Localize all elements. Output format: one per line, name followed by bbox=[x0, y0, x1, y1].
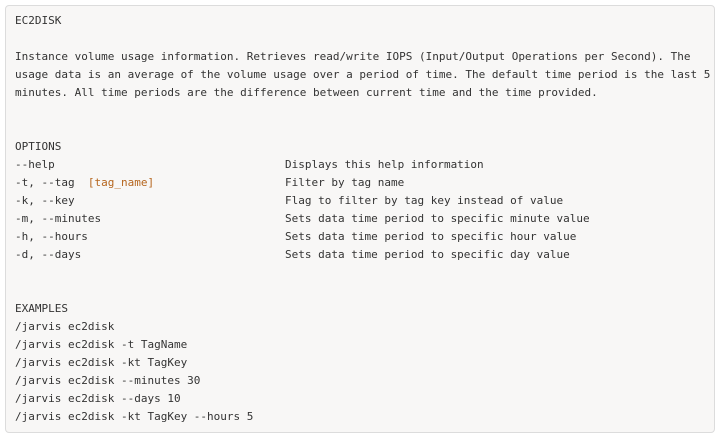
help-code-block: EC2DISK Instance volume usage informatio… bbox=[5, 5, 715, 433]
description-line: minutes. All time periods are the differ… bbox=[15, 86, 598, 99]
examples-heading: EXAMPLES bbox=[15, 302, 68, 315]
option-row: -d, --days Sets data time period to speci… bbox=[15, 246, 705, 264]
example-line: /jarvis ec2disk -kt TagKey --hours 5 bbox=[15, 410, 254, 423]
option-flag: -m, --minutes bbox=[15, 212, 102, 225]
example-line: /jarvis ec2disk -kt TagKey bbox=[15, 356, 188, 369]
option-flag: --help bbox=[15, 158, 55, 171]
example-line: /jarvis ec2disk bbox=[15, 320, 115, 333]
option-row: --help Displays this help information bbox=[15, 156, 705, 174]
option-flag: -t, --tag bbox=[15, 176, 88, 189]
options-heading: OPTIONS bbox=[15, 140, 62, 153]
option-row: -h, --hours Sets data time period to spec… bbox=[15, 228, 705, 246]
option-desc: Sets data time period to specific day va… bbox=[285, 248, 570, 261]
option-desc: Filter by tag name bbox=[285, 176, 405, 189]
option-flag: -d, --days bbox=[15, 248, 82, 261]
example-line: /jarvis ec2disk --minutes 30 bbox=[15, 374, 201, 387]
help-content: EC2DISK Instance volume usage informatio… bbox=[15, 12, 711, 426]
option-flag: -h, --hours bbox=[15, 230, 88, 243]
description-line: usage data is an average of the volume u… bbox=[15, 68, 711, 81]
command-title: EC2DISK bbox=[15, 14, 62, 27]
option-row: -k, --key Flag to filter by tag key inste… bbox=[15, 192, 705, 210]
option-desc: Displays this help information bbox=[285, 158, 484, 171]
option-flag: -k, --key bbox=[15, 194, 75, 207]
option-desc: Sets data time period to specific hour v… bbox=[285, 230, 577, 243]
option-desc: Flag to filter by tag key instead of val… bbox=[285, 194, 564, 207]
option-row: -m, --minutes Sets data time period to sp… bbox=[15, 210, 705, 228]
option-arg: [tag_name] bbox=[87, 176, 155, 189]
option-row: -t, --tag [tag_name] Filter by tag name bbox=[15, 174, 705, 192]
description-line: Instance volume usage information. Retri… bbox=[15, 50, 691, 63]
example-line: /jarvis ec2disk --days 10 bbox=[15, 392, 181, 405]
option-desc: Sets data time period to specific minute… bbox=[285, 212, 590, 225]
example-line: /jarvis ec2disk -t TagName bbox=[15, 338, 188, 351]
